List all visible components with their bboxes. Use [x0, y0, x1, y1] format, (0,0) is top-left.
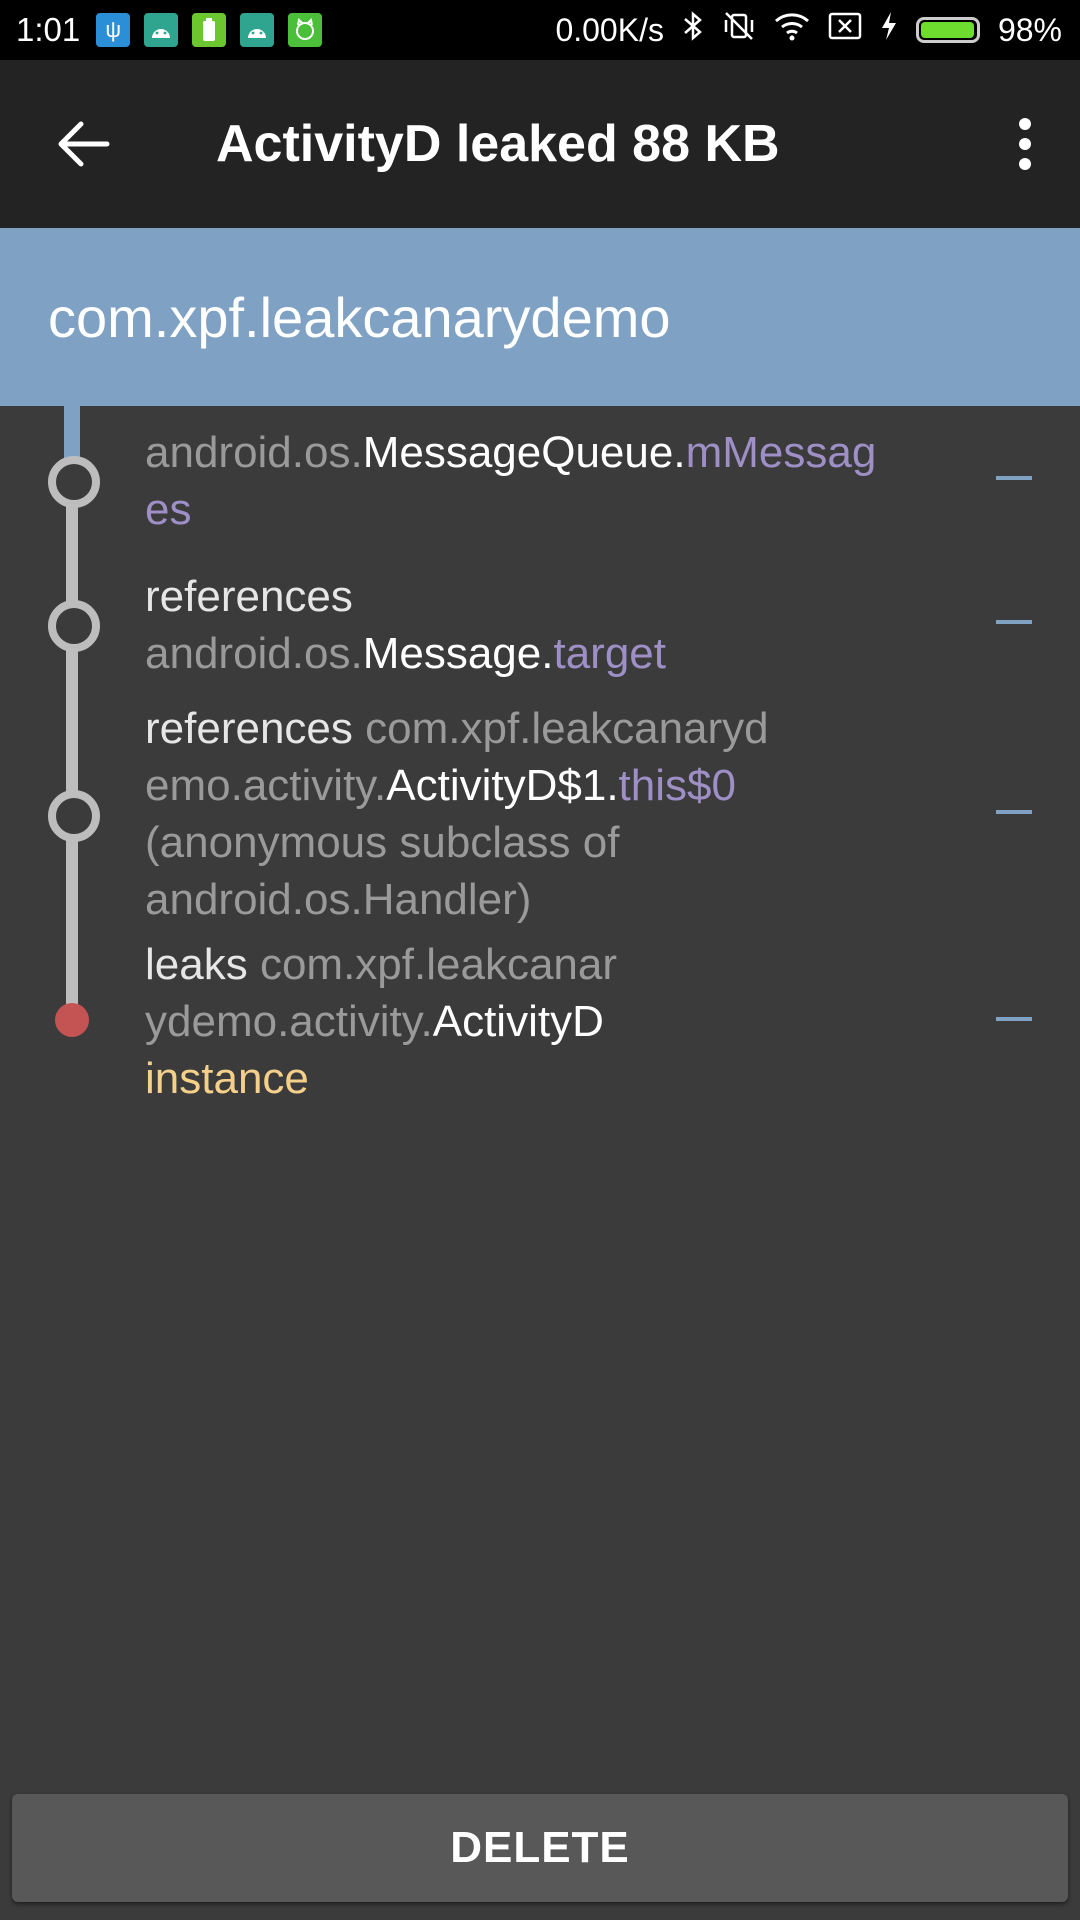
trace-row-4-line-1: leaks com.xpf.leakcanar [145, 936, 945, 993]
package-text: com.xpf.leakcanaryd [365, 704, 769, 753]
package-text: ydemo.activity. [145, 997, 433, 1046]
package-text: android.os. [145, 629, 363, 678]
more-vert-icon [1019, 118, 1031, 170]
trace-node [48, 790, 100, 842]
class-text: MessageQueue. [362, 428, 686, 477]
trace-row-4-line-2: ydemo.activity.ActivityD [145, 993, 945, 1050]
class-text: Message. [362, 629, 554, 678]
trace-row-2-line-1: references [145, 568, 945, 625]
usb-icon: ψ [96, 13, 131, 47]
leak-node [55, 1003, 89, 1037]
collapse-icon[interactable] [996, 810, 1032, 814]
trace-row-2-line-2: android.os.Message.target [145, 625, 945, 682]
trace-row-1[interactable]: android.os.MessageQueue.mMessag es [145, 424, 945, 538]
collapse-icon[interactable] [996, 1017, 1032, 1021]
android-icon [240, 13, 275, 47]
instance-text: instance [145, 1054, 309, 1103]
trace-row-4-line-3: instance [145, 1050, 945, 1107]
back-arrow-icon [58, 121, 110, 167]
back-button[interactable] [0, 60, 168, 228]
collapse-icon[interactable] [996, 620, 1032, 624]
package-text: android.os. [145, 428, 363, 477]
bluetooth-icon [682, 10, 704, 50]
package-text: emo.activity. [145, 761, 387, 810]
trace-row-3-line-1: references com.xpf.leakcanaryd [145, 700, 945, 757]
vibrate-off-icon [722, 10, 756, 50]
reference-label: references [145, 704, 353, 753]
trace-row-3[interactable]: references com.xpf.leakcanaryd emo.activ… [145, 700, 945, 928]
battery-percent: 98% [997, 11, 1062, 48]
trace-row-3-line-3: (anonymous subclass of [145, 814, 945, 871]
class-text: ActivityD [432, 997, 604, 1046]
status-time: 1:01 [16, 11, 81, 48]
leaks-label: leaks [145, 940, 248, 989]
field-text: this$0 [618, 761, 736, 810]
trace-node [48, 456, 100, 508]
package-header: com.xpf.leakcanarydemo [0, 228, 1080, 406]
battery-saver-icon [192, 13, 227, 47]
page-title: ActivityD leaked 88 KB [216, 115, 780, 173]
delete-button[interactable]: DELETE [12, 1794, 1068, 1902]
trace-row-3-line-2: emo.activity.ActivityD$1.this$0 [145, 757, 945, 814]
overflow-menu-button[interactable] [970, 60, 1080, 228]
status-right: 0.00K/s 98% [555, 10, 1062, 50]
field-text: target [553, 629, 666, 678]
sim-x-icon [828, 11, 862, 49]
trace-row-3-line-4: android.os.Handler) [145, 871, 945, 928]
trace-row-2[interactable]: references android.os.Message.target [145, 568, 945, 682]
trace-row-1-line-2: es [145, 481, 945, 538]
trace-node [48, 600, 100, 652]
charging-icon [880, 11, 898, 49]
class-text: ActivityD$1. [386, 761, 619, 810]
android-icon [144, 13, 179, 47]
reference-label: references [145, 572, 353, 621]
app-bar: ActivityD leaked 88 KB [0, 60, 1080, 228]
battery-icon [915, 17, 980, 43]
notification-icons: ψ [96, 13, 323, 47]
status-bar: 1:01 ψ 0.00K/s 98% [0, 0, 1080, 60]
trace-connector [66, 466, 78, 1018]
package-name: com.xpf.leakcanarydemo [48, 285, 671, 349]
field-text: mMessag [685, 428, 877, 477]
battery-fill [920, 22, 974, 38]
description-text: (anonymous subclass of [145, 818, 620, 867]
wifi-icon [774, 11, 810, 49]
field-text: es [145, 485, 192, 534]
cat-app-icon [288, 13, 323, 47]
trace-row-1-line-1: android.os.MessageQueue.mMessag [145, 424, 945, 481]
description-text: android.os.Handler) [145, 875, 532, 924]
collapse-icon[interactable] [996, 476, 1032, 480]
network-speed: 0.00K/s [555, 11, 664, 48]
delete-button-label: DELETE [450, 1823, 630, 1872]
package-text: com.xpf.leakcanar [259, 940, 618, 989]
trace-row-4[interactable]: leaks com.xpf.leakcanar ydemo.activity.A… [145, 936, 945, 1107]
